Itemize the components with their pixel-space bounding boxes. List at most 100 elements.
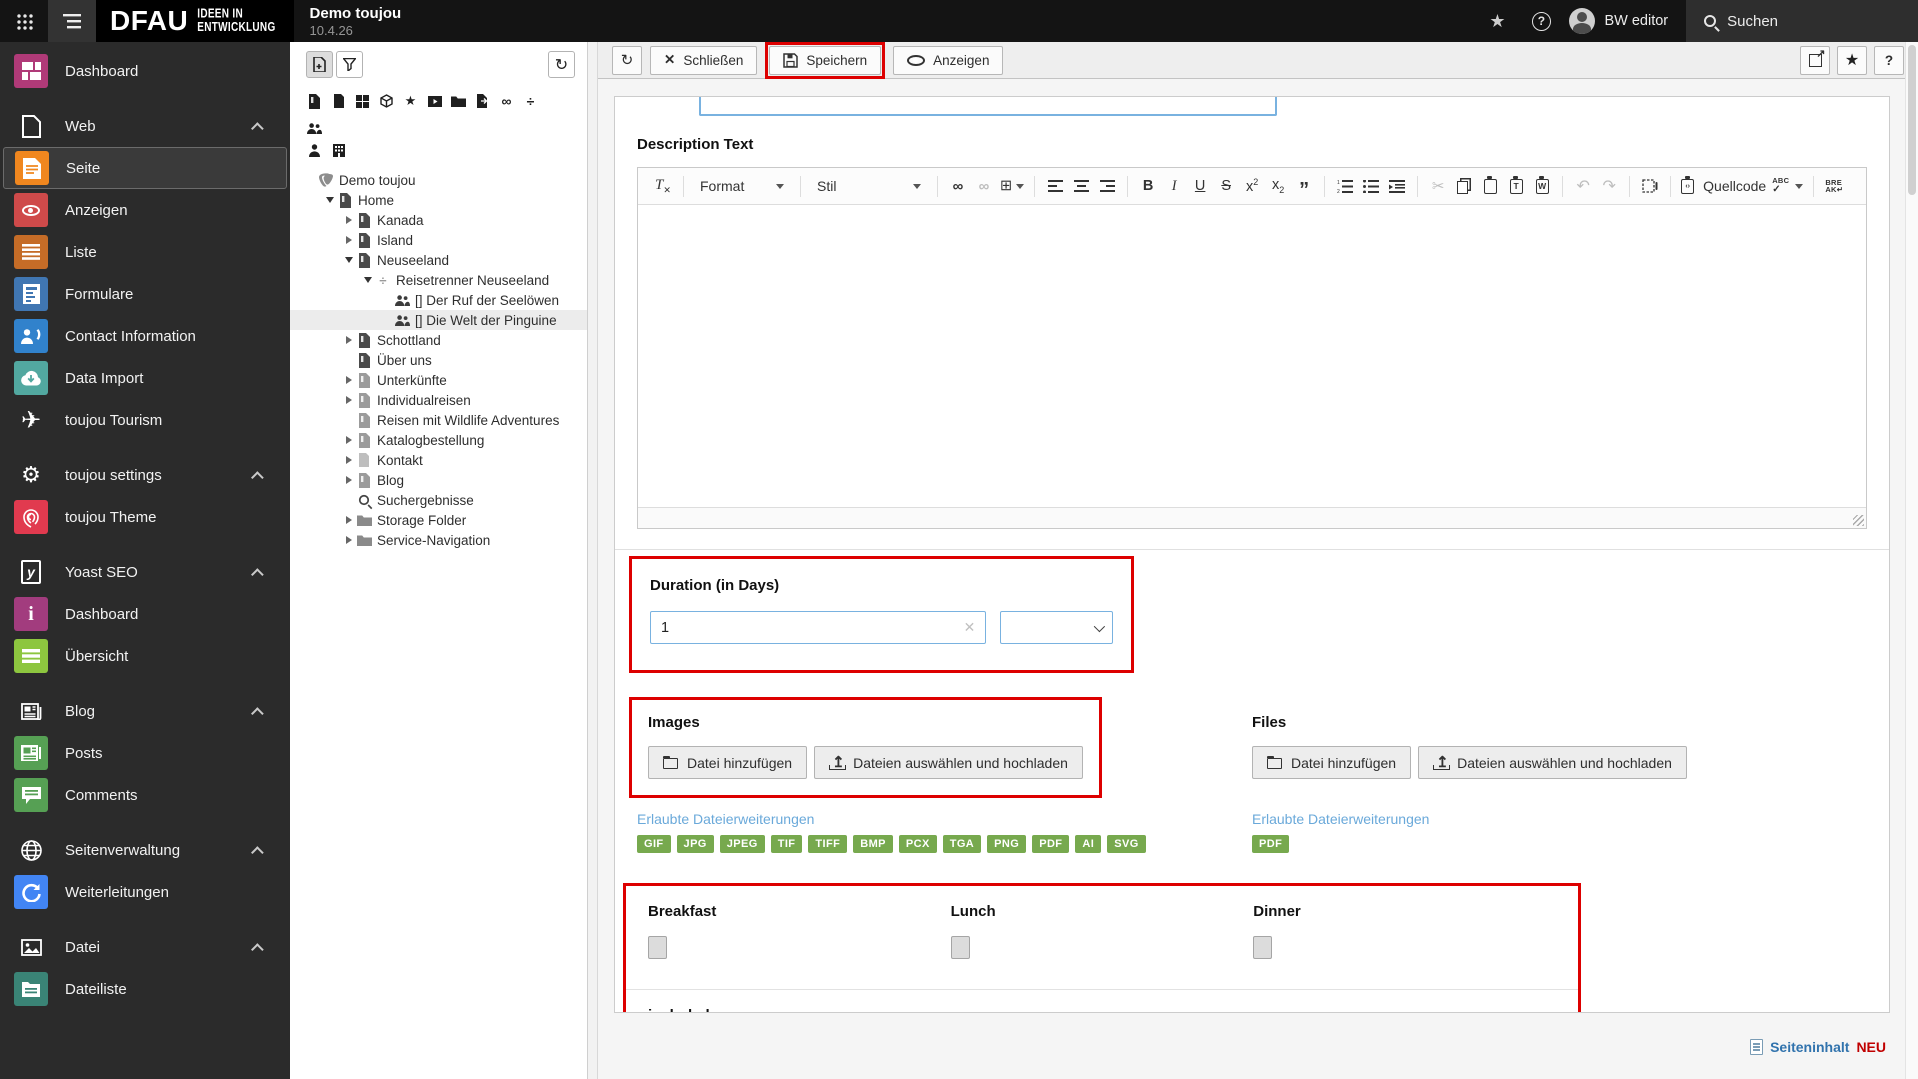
dinner-checkbox[interactable] [1253,936,1273,959]
expand-toggle[interactable] [342,436,355,444]
drag-new-media-icon[interactable] [426,91,443,111]
breakfast-checkbox[interactable] [648,936,667,959]
sidebar-item-web[interactable]: Web [0,105,290,147]
files-add-file-button[interactable]: Datei hinzufügen [1252,746,1412,779]
rte-unordered-list-button[interactable] [1358,173,1384,200]
expand-toggle[interactable] [342,336,355,344]
sidebar-item-seite[interactable]: Seite [3,147,287,189]
tree-node[interactable]: Storage Folder [290,510,587,530]
drag-new-grid-icon[interactable] [354,91,371,111]
drag-new-divider-icon[interactable]: ÷ [522,91,539,111]
tree-node[interactable]: Individualreisen [290,390,587,410]
tree-node[interactable]: Demo toujou [290,170,587,190]
tree-node[interactable]: Unterkünfte [290,370,587,390]
rte-align-center-button[interactable] [1068,173,1094,200]
rte-cut-button[interactable]: ✂ [1425,173,1451,200]
expand-toggle[interactable] [342,476,355,484]
close-button[interactable]: ✕ Schließen [650,45,758,75]
rte-italic-button[interactable]: I [1161,173,1187,200]
drag-new-folder-icon[interactable] [450,91,467,111]
sidebar-item-anzeigen[interactable]: Anzeigen [0,189,290,231]
sidebar-item-weiterleitungen[interactable]: Weiterleitungen [0,871,290,913]
sidebar-item-seitenverwaltung[interactable]: Seitenverwaltung [0,829,290,871]
sidebar-item-liste[interactable]: Liste [0,231,290,273]
filter-button[interactable] [336,51,363,78]
open-in-new-window-button[interactable] [1800,45,1830,75]
rte-undo-button[interactable]: ↶ [1570,173,1596,200]
rte-align-left-button[interactable] [1042,173,1068,200]
sidebar-item-comments[interactable]: Comments [0,774,290,816]
chevron-up-icon[interactable] [251,845,264,859]
pagetree-toggle[interactable] [48,0,96,42]
sidebar-item-dateiliste[interactable]: Dateiliste [0,968,290,1010]
sidebar-item-posts[interactable]: Posts [0,732,290,774]
rte-show-blocks-button[interactable] [1637,173,1663,200]
rte-ordered-list-button[interactable]: 12 [1332,173,1358,200]
sidebar-item-toujou-tourism[interactable]: ✈ toujou Tourism [0,399,290,441]
rte-blockquote-button[interactable]: ” [1291,173,1317,200]
expand-toggle[interactable] [342,396,355,404]
format-dropdown[interactable]: Format [691,173,793,200]
rte-indent-button[interactable] [1384,173,1410,200]
sidebar-item-dashboard[interactable]: Dashboard [0,50,290,92]
tree-node[interactable]: Katalogbestellung [290,430,587,450]
panel-splitter[interactable] [588,42,598,1079]
view-button[interactable]: Anzeigen [893,45,1004,75]
drag-new-users-icon[interactable] [306,118,323,138]
expand-toggle[interactable] [342,257,355,263]
drag-new-page-icon[interactable] [330,91,347,111]
tree-node[interactable]: [] Die Welt der Pinguine [290,310,587,330]
rte-redo-button[interactable]: ↷ [1596,173,1622,200]
sidebar-item-uebersicht[interactable]: Übersicht [0,635,290,677]
tree-node[interactable]: [] Der Ruf der Seelöwen [290,290,587,310]
tree-node[interactable]: ÷ Reisetrenner Neuseeland [290,270,587,290]
sidebar-item-yoast-dashboard[interactable]: i Dashboard [0,593,290,635]
sidebar-item-toujou-theme[interactable]: toujou Theme [0,496,290,538]
files-allowed-extensions-link[interactable]: Erlaubte Dateierweiterungen [1252,811,1867,827]
new-page-button[interactable] [306,51,333,78]
module-grid-toggle[interactable] [0,0,48,42]
page-content-link[interactable]: Seiteninhalt [1770,1039,1849,1055]
chevron-up-icon[interactable] [251,121,264,135]
reload-button[interactable]: ↻ [612,45,642,75]
rte-paste-button[interactable] [1477,173,1503,200]
scrollbar-thumb[interactable] [1908,45,1916,195]
expand-toggle[interactable] [342,216,355,224]
sidebar-item-data-import[interactable]: Data Import [0,357,290,399]
sidebar-item-contact-information[interactable]: Contact Information [0,315,290,357]
expand-toggle[interactable] [361,277,374,283]
drag-new-star-icon[interactable]: ★ [402,91,419,111]
rte-align-right-button[interactable] [1094,173,1120,200]
style-dropdown[interactable]: Stil [808,173,930,200]
tree-node[interactable]: Service-Navigation [290,530,587,550]
drag-new-page-arrow-icon[interactable] [474,91,491,111]
images-allowed-extensions-link[interactable]: Erlaubte Dateierweiterungen [637,811,1252,827]
drag-new-building-icon[interactable] [330,140,347,160]
rte-underline-button[interactable]: U [1187,173,1213,200]
expand-toggle[interactable] [342,236,355,244]
sidebar-item-datei[interactable]: Datei [0,926,290,968]
help-button[interactable]: ? [1519,0,1563,42]
images-upload-button[interactable]: Dateien auswählen und hochladen [814,746,1083,779]
rte-source-button[interactable]: ‹› Quellcode [1678,173,1769,200]
rte-break-button[interactable]: BRE AK↵ [1821,173,1847,200]
tree-node[interactable]: Reisen mit Wildlife Adventures [290,410,587,430]
clear-icon[interactable]: ✕ [964,619,976,636]
scrollbar[interactable] [1905,42,1918,1079]
rte-paste-word-button[interactable]: W [1529,173,1555,200]
expand-toggle[interactable] [342,376,355,384]
chevron-up-icon[interactable] [251,470,264,484]
rte-strikethrough-button[interactable]: S [1213,173,1239,200]
rte-unlink-button[interactable]: ∞ [971,173,997,200]
tree-node[interactable]: Suchergebnisse [290,490,587,510]
rte-paste-text-button[interactable]: T [1503,173,1529,200]
drag-new-person-icon[interactable] [306,140,323,160]
global-search[interactable]: Suchen [1686,0,1918,42]
files-upload-button[interactable]: Dateien auswählen und hochladen [1418,746,1687,779]
chevron-up-icon[interactable] [251,706,264,720]
drag-new-link-icon[interactable]: ∞ [498,91,515,111]
tree-node[interactable]: Kanada [290,210,587,230]
tree-refresh-button[interactable]: ↻ [548,51,575,78]
docheader-help-button[interactable]: ? [1874,45,1904,75]
rte-body[interactable] [638,205,1866,507]
